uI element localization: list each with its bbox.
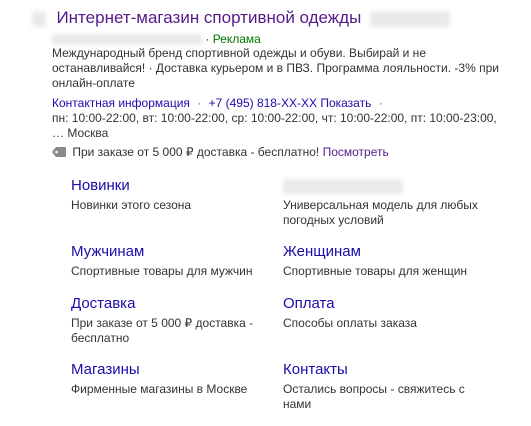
working-hours-text: пн: 10:00-22:00, вт: 10:00-22:00, ср: 10… [52,111,497,140]
sitelink-desc: Универсальная модель для любых погодных … [283,198,478,227]
show-phone-link[interactable]: Показать [320,96,371,110]
sitelink-title[interactable]: Магазины [71,360,271,380]
phone-number[interactable]: +7 (495) 818-XX-XX [209,96,317,110]
sitelink-title[interactable]: Женщинам [283,242,483,262]
separator-dot: · [378,96,383,110]
url-redacted[interactable] [52,34,202,46]
promo-row: При заказе от 5 000 ₽ доставка - бесплат… [52,145,389,160]
sitelink-title[interactable]: Новинки [71,176,271,196]
sitelink-men[interactable]: Мужчинам Спортивные товары для мужчин [71,242,271,279]
contact-row: Контактная информация · +7 (495) 818-XX-… [52,96,387,110]
tag-icon [52,146,66,160]
sitelink-desc: Фирменные магазины в Москве [71,382,248,396]
sitelink-title[interactable]: Мужчинам [71,242,271,262]
ad-label: Реклама [212,32,261,46]
sitelink-title-redacted[interactable] [283,176,483,196]
sitelink-stores[interactable]: Магазины Фирменные магазины в Москве [71,360,271,397]
promo-see-link[interactable]: Посмотреть [323,145,389,159]
contact-info-link[interactable]: Контактная информация [52,96,190,110]
sitelink-payment[interactable]: Оплата Способы оплаты заказа [283,294,483,331]
sitelink-desc: Спортивные товары для мужчин [71,264,253,278]
sitelink-new[interactable]: Новинки Новинки этого сезона [71,176,271,213]
sitelink-delivery[interactable]: Доставка При заказе от 5 000 ₽ доставка … [71,294,271,346]
url-separator: · [205,32,210,46]
sitelink-desc: Способы оплаты заказа [283,316,417,330]
ad-title-row: Интернет-магазин спортивной одежды [32,8,450,28]
working-hours: пн: 10:00-22:00, вт: 10:00-22:00, ср: 10… [52,111,502,141]
ad-description: Международный бренд спортивной одежды и … [52,46,502,91]
ad-title-link[interactable]: Интернет-магазин спортивной одежды [56,8,361,27]
sitelink-desc: Новинки этого сезона [71,198,192,212]
sitelink-title[interactable]: Оплата [283,294,483,314]
title-redacted [369,10,450,27]
sitelink-contacts[interactable]: Контакты Остались вопросы - свяжитесь с … [283,360,483,412]
favicon-blurred [32,10,46,27]
sitelink-desc: Остались вопросы - свяжитесь с нами [283,382,465,411]
ad-url-row: · Реклама [52,32,261,46]
sitelink-blurred[interactable]: Универсальная модель для любых погодных … [283,176,483,228]
sitelink-desc: При заказе от 5 000 ₽ доставка - бесплат… [71,316,254,345]
promo-text: При заказе от 5 000 ₽ доставка - бесплат… [72,145,320,159]
ad-description-text: Международный бренд спортивной одежды и … [52,46,499,90]
sitelink-desc: Спортивные товары для женщин [283,264,468,278]
sitelink-title[interactable]: Контакты [283,360,483,380]
sitelink-title[interactable]: Доставка [71,294,271,314]
separator-dot: · [197,96,202,110]
sitelink-women[interactable]: Женщинам Спортивные товары для женщин [283,242,483,279]
